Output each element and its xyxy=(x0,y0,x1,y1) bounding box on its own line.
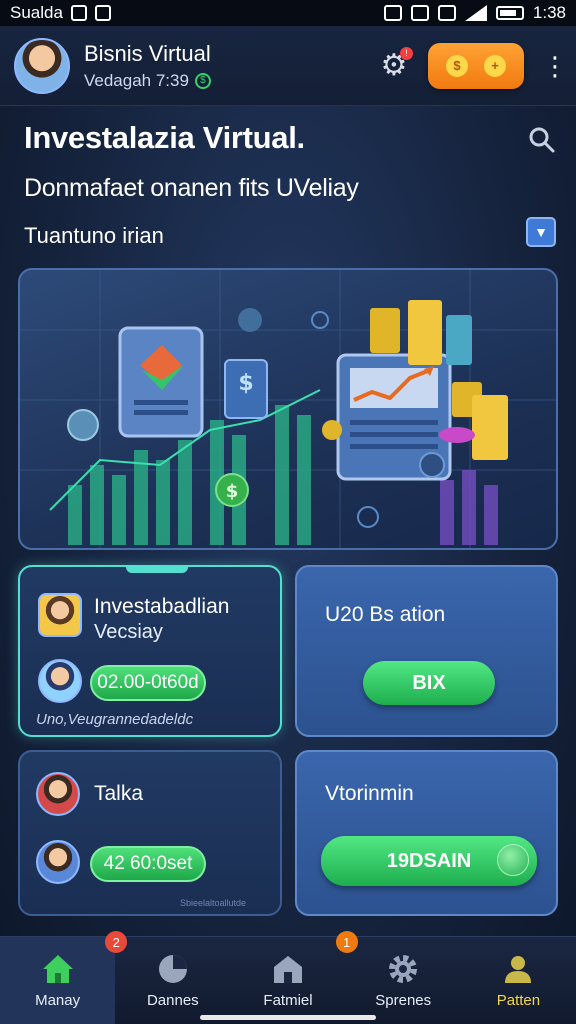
house-icon xyxy=(274,956,302,983)
nav-item-profile[interactable]: Patten xyxy=(461,937,576,1024)
image-notification-icon xyxy=(70,5,87,21)
user-name: Bisnis Virtual xyxy=(84,40,211,66)
investor-avatar xyxy=(38,659,82,703)
nav-label: Fatmiel xyxy=(263,992,313,1009)
card-note: Uno,Veugrannedadeldc xyxy=(36,711,194,728)
pie-chart-icon xyxy=(158,955,187,983)
nav-item-games[interactable]: Dannes xyxy=(115,937,230,1024)
activation-card[interactable]: Vtorinmin 19DSAIN xyxy=(295,750,558,916)
user-avatar xyxy=(36,840,80,884)
card-title: Vtorinmin xyxy=(325,782,414,805)
alarm-icon xyxy=(410,5,429,21)
data-saver-icon xyxy=(437,5,456,21)
toggle-knob-icon xyxy=(497,844,529,876)
talk-card[interactable]: Talka 42 60:0set Sbieelaltoallutde xyxy=(18,750,282,916)
user-subtitle: Vedagah 7:39 xyxy=(84,70,189,90)
user-icon xyxy=(505,956,532,983)
status-carrier: Sualda xyxy=(10,3,63,22)
battery-icon xyxy=(495,6,524,20)
more-options-icon[interactable]: ⋮ xyxy=(542,53,568,79)
activate-button[interactable]: 19DSAIN xyxy=(321,836,537,886)
home-icon xyxy=(42,955,73,983)
activate-button-label: 19DSAIN xyxy=(386,849,472,872)
investment-card[interactable]: Investabadlian Vecsiay 02.00-0t60d Uno,V… xyxy=(18,565,282,737)
nav-label: Sprenes xyxy=(375,992,432,1009)
vibrate-icon xyxy=(383,5,402,21)
status-card[interactable]: U20 Bs ation BIX xyxy=(295,565,558,737)
status-time: 1:38 xyxy=(532,3,566,22)
chevron-down-icon: ▼ xyxy=(534,224,548,240)
user-info: Bisnis Virtual Vedagah 7:39 $ xyxy=(84,41,211,91)
card-title: Investabadlian xyxy=(94,595,230,618)
card-caption: Sbieelaltoallutde xyxy=(180,898,247,908)
coin-plus-icon: + xyxy=(484,54,506,77)
profile-avatar[interactable] xyxy=(14,37,70,94)
user-subtitle-row: Vedagah 7:39 $ xyxy=(84,71,211,91)
card-subtitle: Vecsiay xyxy=(94,621,163,643)
coin-icon xyxy=(67,409,99,441)
user-avatar xyxy=(36,772,80,816)
investor-avatar xyxy=(38,593,82,637)
mail-notification-icon xyxy=(94,5,111,21)
nav-item-settings[interactable]: Sprenes xyxy=(346,937,461,1024)
gear-icon xyxy=(389,955,418,983)
value-pill-button[interactable]: 02.00-0t60d xyxy=(90,665,206,701)
nav-label: Dannes xyxy=(146,992,199,1009)
nav-label: Manay xyxy=(35,992,81,1009)
bottom-navigation: 2 Manay Dannes 1 Fatmiel Sprenes Patten xyxy=(0,931,576,1024)
nav-label: Patten xyxy=(496,992,541,1009)
svg-text:$: $ xyxy=(238,371,253,396)
card-highlight-tab xyxy=(126,565,188,573)
verified-icon: $ xyxy=(194,72,211,89)
coin-icon: $ xyxy=(446,54,468,77)
filter-label: Tuantuno irian xyxy=(24,223,164,248)
dollar-card-icon: $ xyxy=(224,359,268,419)
document-card-icon xyxy=(118,326,204,438)
value-pill-button[interactable]: 42 60:0set xyxy=(90,846,206,882)
settings-button[interactable]: ⚙ ! xyxy=(378,46,413,82)
filter-dropdown-button[interactable]: ▼ xyxy=(526,217,556,247)
nav-item-home[interactable]: 2 Manay xyxy=(0,931,128,1024)
title-area: Investalazia Virtual. Donmafaet onanen f… xyxy=(24,120,556,249)
search-icon[interactable] xyxy=(528,126,556,154)
status-bar: Sualda 1:38 xyxy=(0,0,576,26)
home-indicator[interactable] xyxy=(200,1015,376,1020)
card-title: Talka xyxy=(94,782,144,805)
signal-icon xyxy=(464,5,487,21)
notification-dot: ! xyxy=(400,46,413,60)
finance-illustration: $ $ xyxy=(20,270,556,548)
hero-illustration: $ $ xyxy=(18,268,558,550)
card-title: U20 Bs ation xyxy=(325,603,446,626)
page-title: Investalazia Virtual. xyxy=(24,120,305,155)
nav-item-family[interactable]: 1 Fatmiel xyxy=(230,931,358,1024)
page-subtitle: Donmafaet onanen fits UVeliay xyxy=(24,174,359,202)
action-button[interactable]: BIX xyxy=(363,661,495,705)
coins-button[interactable]: $ + xyxy=(428,42,524,89)
app-header: Bisnis Virtual Vedagah 7:39 $ ⚙ ! $ + ⋮ xyxy=(0,26,576,106)
svg-text:$: $ xyxy=(226,481,239,502)
